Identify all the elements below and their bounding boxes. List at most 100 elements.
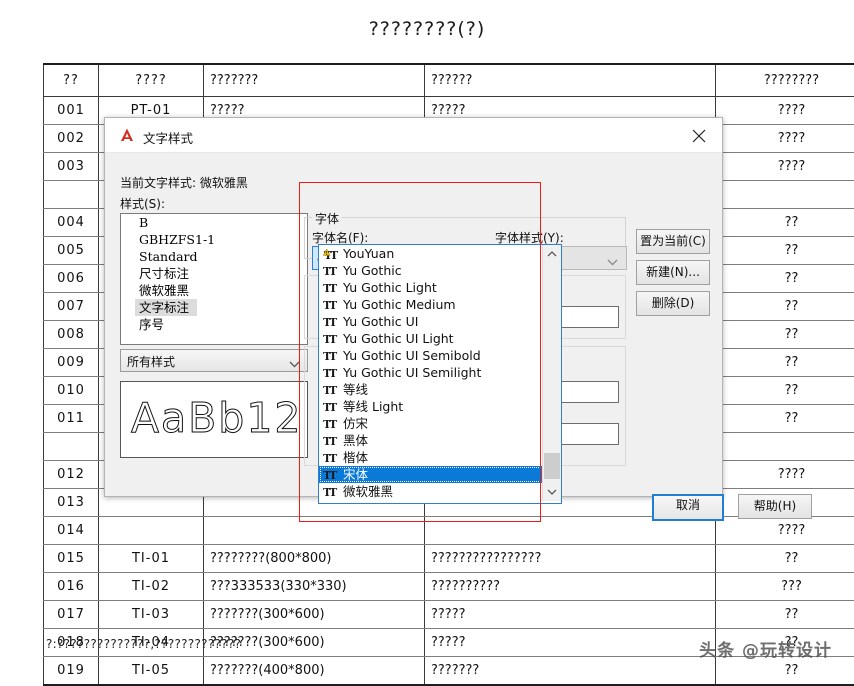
font-fieldset-legend: 字体	[312, 210, 342, 227]
svg-text:T: T	[329, 452, 338, 464]
cancel-button[interactable]: 取消	[652, 494, 724, 521]
font-list-item[interactable]: TT仿宋	[319, 415, 542, 432]
scrollbar-thumb[interactable]	[544, 453, 560, 479]
svg-text:T: T	[329, 384, 338, 396]
table-row: 015TI-01????????(800*800)???????????????…	[44, 545, 854, 573]
dropdown-scrollbar[interactable]	[542, 245, 561, 501]
table-cell: 002	[44, 125, 99, 153]
chevron-down-icon[interactable]	[543, 483, 561, 501]
svg-text:T: T	[329, 401, 338, 413]
table-cell: ????	[716, 153, 854, 181]
font-list-item[interactable]: TTYu Gothic UI Light	[319, 330, 542, 347]
styles-label: 样式(S):	[120, 195, 165, 212]
font-list-item[interactable]: TTYu Gothic Medium	[319, 296, 542, 313]
style-list[interactable]: BGBHZFS1-1Standard尺寸标注微软雅黑文字标注序号	[120, 213, 308, 345]
new-style-button[interactable]: 新建(N)...	[636, 260, 710, 285]
font-list-item[interactable]: TT楷体	[319, 449, 542, 466]
table-cell: ???	[716, 573, 854, 601]
style-list-item[interactable]: 文字标注	[121, 299, 307, 316]
svg-text:T: T	[330, 249, 339, 261]
set-current-button[interactable]: 置为当前(C)	[636, 229, 710, 254]
style-list-item[interactable]: 序号	[121, 316, 307, 333]
style-filter-value: 所有样式	[127, 353, 175, 370]
table-cell: 013	[44, 489, 99, 517]
table-cell: 015	[44, 545, 99, 573]
font-list-item-label: Yu Gothic UI Light	[343, 331, 454, 346]
table-cell: ??	[716, 349, 854, 377]
svg-text:T: T	[329, 469, 338, 481]
help-button[interactable]: 帮助(H)	[738, 494, 812, 519]
svg-text:T: T	[329, 367, 338, 379]
font-list-item-label: Yu Gothic Light	[343, 280, 437, 295]
table-cell: ????	[716, 461, 854, 489]
table-row: 016TI-02???333533(330*330)?????????????	[44, 573, 854, 601]
chevron-down-icon	[607, 255, 618, 269]
table-cell: 011	[44, 405, 99, 433]
svg-text:T: T	[329, 316, 338, 328]
style-filter-combo[interactable]: 所有样式	[120, 349, 308, 372]
style-list-item-label: Standard	[135, 248, 307, 265]
font-list-item[interactable]: TT宋体	[319, 466, 542, 483]
table-cell: ??	[716, 545, 854, 573]
font-list-item[interactable]: TTYouYuan	[319, 245, 542, 262]
table-header-cell: ???????	[204, 64, 425, 97]
style-list-item[interactable]: Standard	[121, 248, 307, 265]
style-preview: AaBb12	[120, 381, 308, 458]
font-list-item[interactable]: TT等线	[319, 381, 542, 398]
font-list-item-label: 等线	[343, 382, 368, 397]
font-list-item-label: Yu Gothic UI	[343, 314, 418, 329]
font-list-item[interactable]: TTYu Gothic Light	[319, 279, 542, 296]
svg-text:T: T	[329, 282, 338, 294]
svg-text:T: T	[329, 350, 338, 362]
style-list-item[interactable]: GBHZFS1-1	[121, 231, 307, 248]
table-cell: ?????	[425, 601, 716, 629]
font-list-item-label: Yu Gothic	[343, 263, 402, 278]
table-cell: ??	[716, 293, 854, 321]
font-list-item-label: 仿宋	[343, 416, 368, 431]
table-cell	[44, 181, 99, 209]
table-cell: 008	[44, 321, 99, 349]
table-cell: ????????(800*800)	[204, 545, 425, 573]
table-cell	[99, 517, 204, 545]
style-list-item[interactable]: 尺寸标注	[121, 265, 307, 282]
table-cell: TI-05	[99, 657, 204, 686]
dialog-title: 文字样式	[143, 128, 193, 147]
table-cell: ??	[716, 405, 854, 433]
font-list-item[interactable]: TT黑体	[319, 432, 542, 449]
chevron-up-icon[interactable]	[543, 245, 561, 263]
table-cell: ??	[716, 377, 854, 405]
table-cell: ?????	[425, 629, 716, 657]
table-cell	[44, 433, 99, 461]
table-cell: ??	[716, 209, 854, 237]
table-cell: ????	[716, 517, 854, 545]
style-list-item[interactable]: 微软雅黑	[121, 282, 307, 299]
table-header-cell: ????????	[716, 64, 854, 97]
table-cell: ???333533(330*330)	[204, 573, 425, 601]
font-list-item[interactable]: TT等线 Light	[319, 398, 542, 415]
font-list-item[interactable]: TTYu Gothic UI Semibold	[319, 347, 542, 364]
close-icon[interactable]	[677, 118, 722, 151]
table-header-cell: ??????	[425, 64, 716, 97]
dialog-titlebar[interactable]: 文字样式	[105, 118, 722, 153]
style-list-item-label: GBHZFS1-1	[135, 231, 307, 248]
fontname-dropdown-items[interactable]: TTYouYuanTTYu GothicTTYu Gothic LightTTY…	[319, 245, 542, 500]
style-list-item[interactable]: B	[121, 214, 307, 231]
svg-text:T: T	[329, 333, 338, 345]
svg-text:T: T	[329, 486, 338, 498]
font-list-item[interactable]: TTYu Gothic UI	[319, 313, 542, 330]
font-list-item[interactable]: TTYu Gothic	[319, 262, 542, 279]
delete-style-button[interactable]: 删除(D)	[636, 291, 710, 316]
fontname-dropdown-list[interactable]: TTYouYuanTTYu GothicTTYu Gothic LightTTY…	[318, 244, 562, 504]
table-cell: ??	[716, 237, 854, 265]
chevron-down-icon	[289, 357, 300, 371]
font-list-item-label: Yu Gothic UI Semibold	[343, 348, 481, 363]
style-list-item-label: 尺寸标注	[135, 265, 307, 282]
footnote: ?:??????????????,?????????????	[46, 637, 241, 651]
table-header-cell: ????	[99, 64, 204, 97]
table-cell: 004	[44, 209, 99, 237]
table-cell	[716, 433, 854, 461]
table-cell: ???????(300*600)	[204, 601, 425, 629]
table-cell: ???????	[425, 657, 716, 686]
font-list-item[interactable]: TTYu Gothic UI Semilight	[319, 364, 542, 381]
font-list-item[interactable]: TT微软雅黑	[319, 483, 542, 500]
